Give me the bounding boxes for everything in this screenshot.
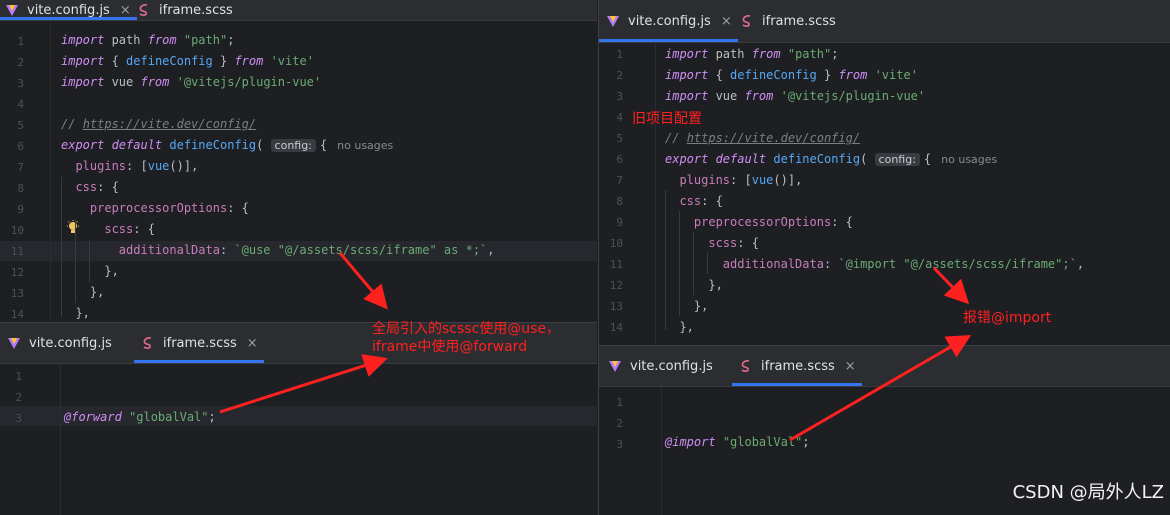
annotation-line: 全局引入的scssc使用@use， — [372, 321, 561, 337]
annotation-use-forward: 全局引入的scssc使用@use， iframe中使用@forward — [372, 320, 560, 356]
arrow-to-import-scss — [789, 334, 972, 442]
watermark: CSDN @局外人LZ — [1012, 482, 1164, 503]
annotation-line: iframe中使用@forward — [372, 339, 528, 355]
arrow-to-import-line — [932, 266, 970, 305]
arrow-to-forward-line — [219, 354, 388, 414]
annotation-arrows — [219, 252, 972, 442]
annotation-old-config: 旧项目配置 — [632, 111, 702, 127]
annotation-import-error: 报错@import — [963, 310, 1052, 326]
arrow-to-use-line — [338, 252, 388, 310]
